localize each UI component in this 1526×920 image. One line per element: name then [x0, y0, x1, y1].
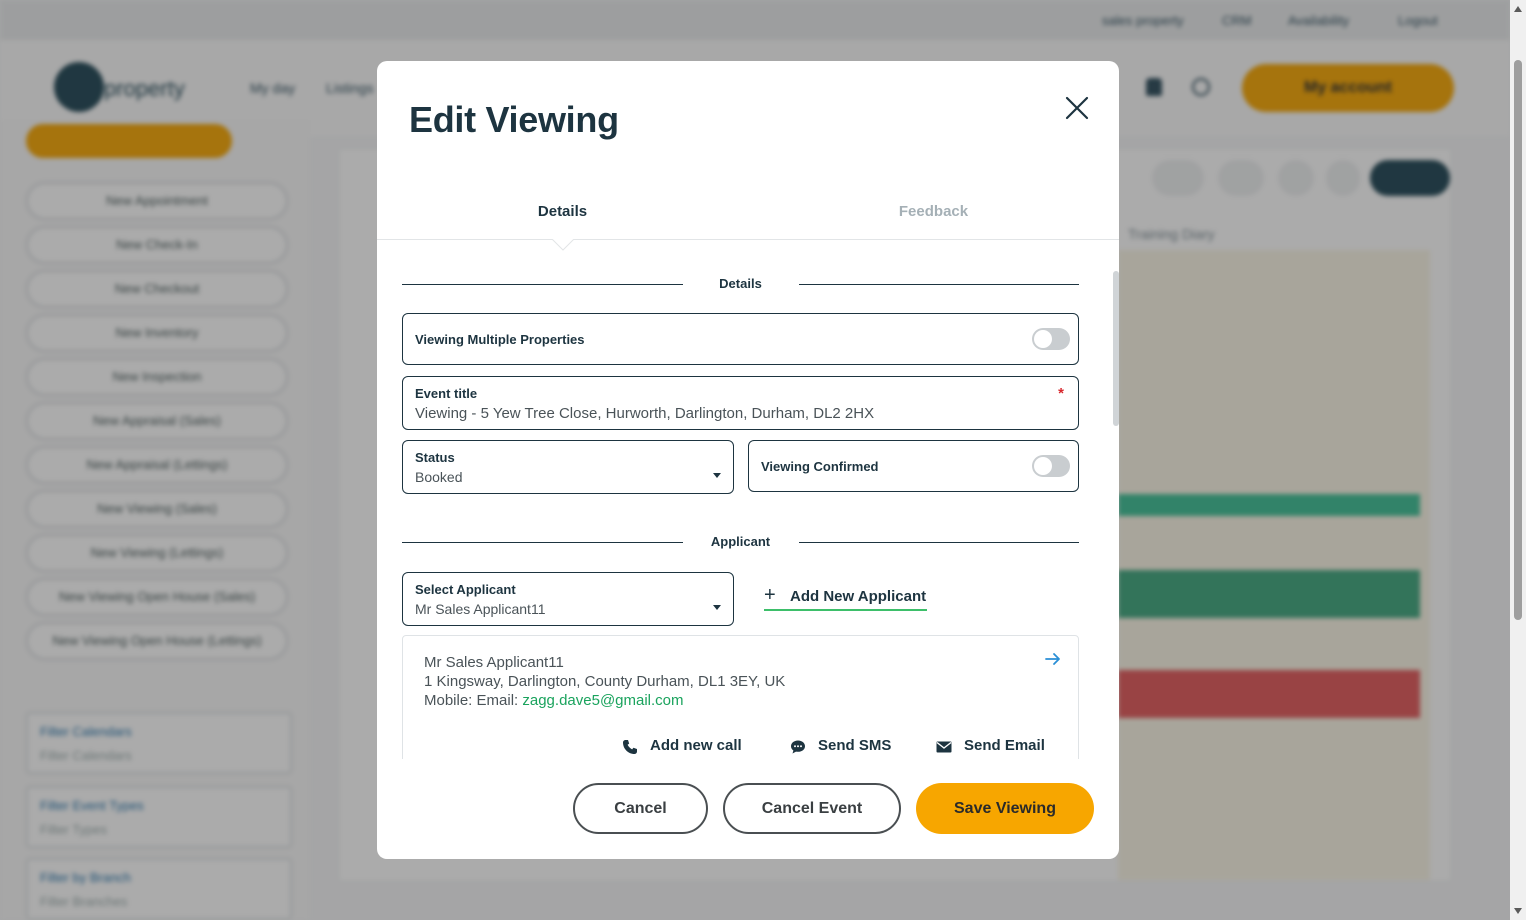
scroll-up-arrow-icon[interactable]	[1514, 6, 1522, 12]
field-label: Viewing Confirmed	[761, 459, 879, 474]
close-icon[interactable]	[1063, 94, 1091, 122]
contact-prefix: Mobile: Email:	[424, 692, 523, 709]
viewing-confirmed-row: Viewing Confirmed	[748, 440, 1079, 492]
add-new-applicant-button[interactable]: + Add New Applicant	[764, 584, 928, 611]
viewing-multiple-properties-row: Viewing Multiple Properties	[402, 313, 1079, 365]
modal-tabs: Details Feedback	[377, 191, 1119, 240]
select-applicant-value: Mr Sales Applicant11	[415, 601, 546, 617]
tab-details[interactable]: Details	[377, 203, 748, 220]
modal-title: Edit Viewing	[409, 99, 619, 140]
plus-icon: +	[764, 584, 776, 606]
viewing-multiple-properties-toggle[interactable]	[1032, 328, 1070, 350]
field-label: Status	[415, 450, 455, 465]
section-divider-applicant: Applicant	[402, 532, 1079, 552]
applicant-address: 1 Kingsway, Darlington, County Durham, D…	[424, 673, 786, 690]
envelope-icon	[936, 741, 952, 753]
chevron-down-icon	[713, 605, 721, 610]
viewing-confirmed-toggle[interactable]	[1032, 455, 1070, 477]
field-label: Event title	[415, 386, 478, 401]
field-label: Viewing Multiple Properties	[415, 332, 585, 347]
add-new-applicant-label: Add New Applicant	[790, 588, 927, 605]
edit-viewing-modal: Edit Viewing Details Feedback Details Vi…	[377, 61, 1119, 859]
sms-icon	[791, 740, 805, 754]
section-title: Details	[719, 276, 762, 291]
applicant-email-link[interactable]: zagg.dave5@gmail.com	[522, 692, 683, 709]
toggle-knob	[1034, 330, 1052, 348]
applicant-card: Mr Sales Applicant11 1 Kingsway, Darling…	[402, 635, 1079, 759]
field-label: Select Applicant	[415, 582, 516, 597]
event-title-field[interactable]: Event title * Viewing - 5 Yew Tree Close…	[402, 376, 1079, 430]
action-label: Send SMS	[818, 737, 892, 754]
cancel-event-button[interactable]: Cancel Event	[723, 783, 901, 834]
event-title-input[interactable]: Viewing - 5 Yew Tree Close, Hurworth, Da…	[415, 405, 874, 422]
cancel-button[interactable]: Cancel	[573, 783, 708, 834]
action-label: Add new call	[650, 737, 742, 754]
section-title: Applicant	[710, 534, 771, 549]
status-value: Booked	[415, 469, 463, 485]
applicant-contact: Mobile: Email: zagg.dave5@gmail.com	[424, 692, 684, 709]
status-select[interactable]: Status Booked	[402, 440, 734, 494]
action-label: Send Email	[964, 737, 1045, 754]
scrollbar-thumb[interactable]	[1514, 60, 1522, 620]
tab-feedback[interactable]: Feedback	[748, 203, 1119, 220]
chevron-down-icon	[713, 473, 721, 478]
phone-icon	[623, 740, 637, 754]
save-viewing-button[interactable]: Save Viewing	[916, 783, 1094, 834]
page-scrollbar[interactable]	[1510, 0, 1526, 920]
toggle-knob	[1034, 457, 1052, 475]
section-divider-details: Details	[402, 274, 1079, 294]
applicant-name: Mr Sales Applicant11	[424, 654, 564, 671]
required-marker: *	[1058, 385, 1064, 402]
select-applicant[interactable]: Select Applicant Mr Sales Applicant11	[402, 572, 734, 626]
scroll-down-arrow-icon[interactable]	[1514, 908, 1522, 914]
arrow-right-icon[interactable]	[1045, 652, 1061, 666]
modal-body: Details Viewing Multiple Properties Even…	[377, 241, 1119, 759]
